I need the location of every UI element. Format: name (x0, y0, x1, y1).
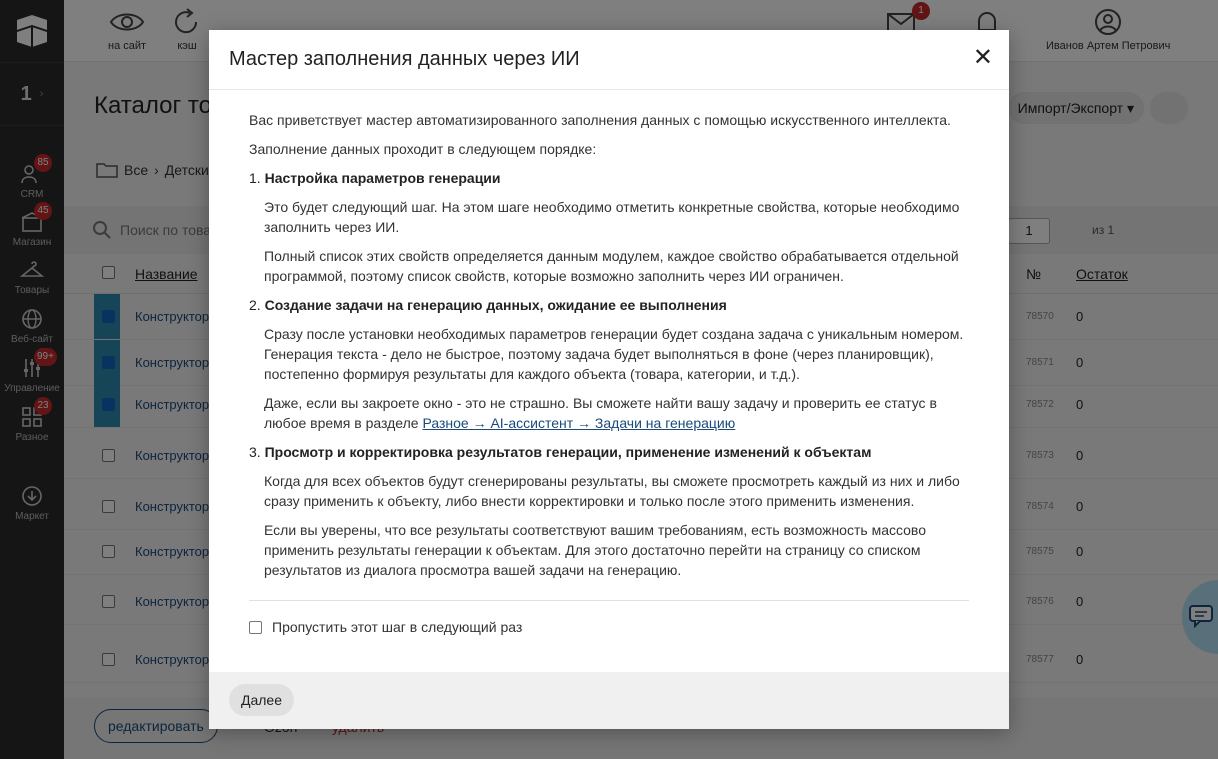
modal-body: Вас приветствует мастер автоматизированн… (249, 110, 969, 637)
next-button[interactable]: Далее (229, 684, 295, 716)
ai-wizard-modal: Мастер заполнения данных через ИИ ✕ Вас … (209, 30, 1009, 729)
step-1-title: 1. Настройка параметров генерации (249, 170, 501, 186)
step-3-text-2: Если вы уверены, что все результаты соот… (264, 522, 926, 578)
modal-title: Мастер заполнения данных через ИИ (229, 48, 580, 70)
step-3-text-1: Когда для всех объектов будут сгенериров… (264, 473, 960, 509)
step-1-text-2: Полный список этих свойств определяется … (264, 248, 959, 284)
modal-footer: Далее (209, 672, 1009, 729)
intro-text: Вас приветствует мастер автоматизированн… (249, 112, 951, 128)
step-1-text-1: Это будет следующий шаг. На этом шаге не… (264, 199, 960, 235)
skip-label[interactable]: Пропустить этот шаг в следующий раз (272, 617, 522, 637)
tasks-link[interactable]: Разное → AI-ассистент → Задачи на генера… (422, 415, 735, 431)
step-2-text-2: Даже, если вы закроете окно - это не стр… (264, 395, 937, 431)
modal-header: Мастер заполнения данных через ИИ ✕ (209, 30, 1009, 90)
step-2-title: 2. Создание задачи на генерацию данных, … (249, 297, 727, 313)
step-3-title: 3. Просмотр и корректировка результатов … (249, 444, 872, 460)
order-text: Заполнение данных проходит в следующем п… (249, 141, 597, 157)
skip-option[interactable]: Пропустить этот шаг в следующий раз (249, 600, 969, 637)
skip-checkbox[interactable] (249, 620, 262, 634)
close-icon[interactable]: ✕ (973, 44, 993, 72)
step-2-text-1: Сразу после установки необходимых параме… (264, 326, 964, 382)
